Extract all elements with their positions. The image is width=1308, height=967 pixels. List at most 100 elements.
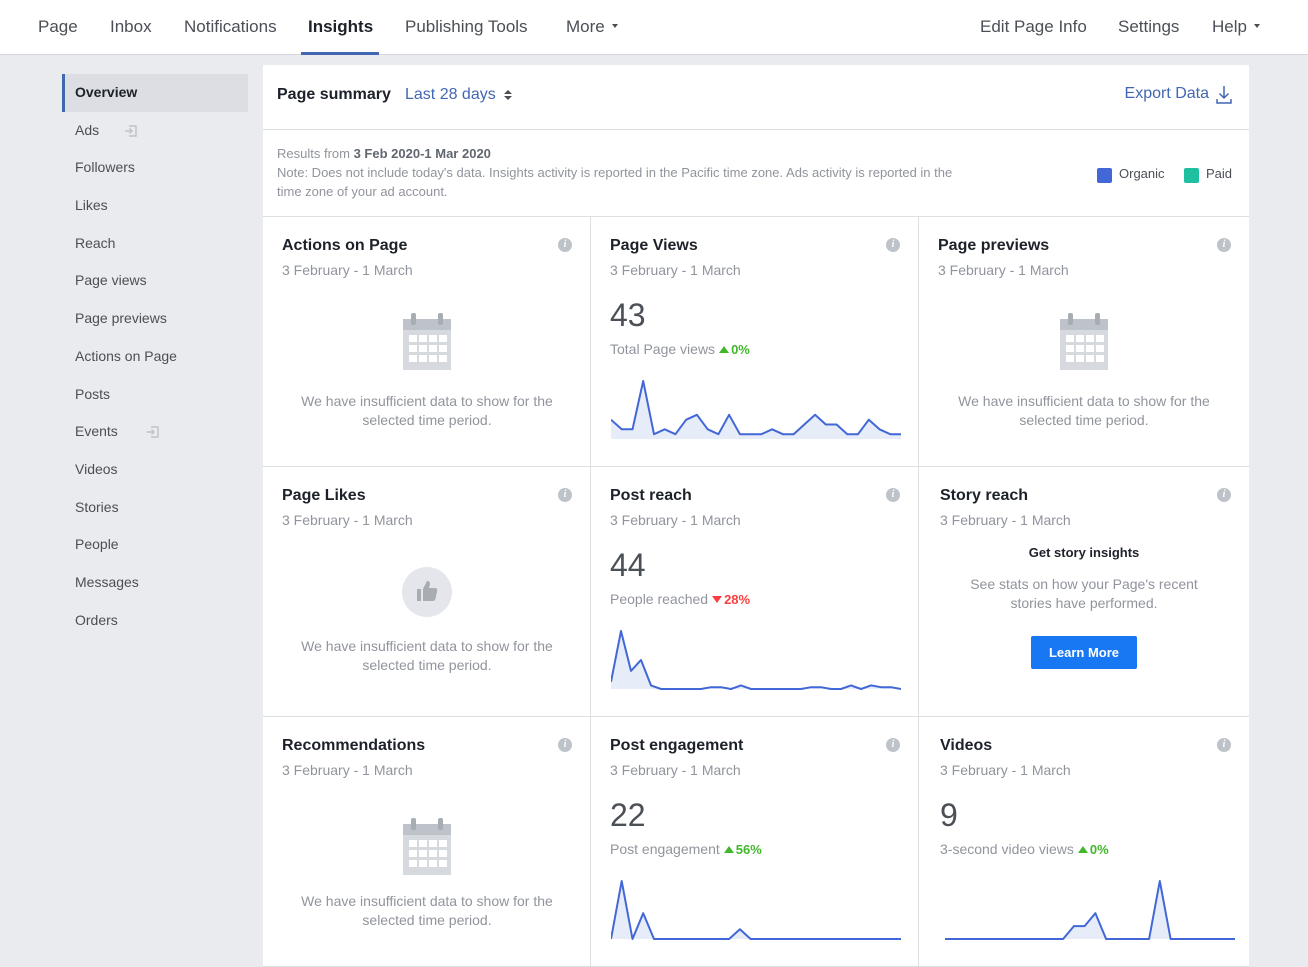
info-icon[interactable]: i: [886, 488, 900, 502]
card-title: Page Likes: [282, 487, 366, 504]
trend-up-icon: [1077, 846, 1088, 853]
post-engagement-sparkline: [611, 880, 901, 940]
sparkline-area: [945, 881, 1235, 939]
calendar-icon: [403, 818, 451, 875]
card-post-engagement: Post engagement 3 February - 1 March i 2…: [591, 717, 919, 967]
empty-text-line: selected time period.: [362, 657, 492, 673]
nav-inbox[interactable]: Inbox: [110, 0, 152, 55]
card-videos: Videos 3 February - 1 March i 9 3-second…: [919, 717, 1249, 967]
card-title: Videos: [940, 737, 993, 754]
sidebar-item-label: Ads: [75, 121, 100, 138]
metric-value: 44: [610, 547, 646, 583]
caret-down-icon: [611, 23, 618, 28]
metric-label: 3-second video views: [940, 841, 1074, 857]
export-data-link[interactable]: Export Data: [1125, 85, 1209, 103]
active-tab-indicator: [301, 52, 379, 55]
insights-sidebar: Overview Ads Followers Likes Reach Page …: [62, 74, 248, 639]
caret-down-icon: [1253, 23, 1260, 28]
nav-insights[interactable]: Insights: [308, 0, 373, 55]
legend-organic: Organic: [1119, 166, 1165, 181]
card-date: 3 February - 1 March: [610, 512, 741, 528]
sidebar-item-orders[interactable]: Orders: [62, 602, 248, 640]
card-post-reach: Post reach 3 February - 1 March i 44 Peo…: [591, 467, 919, 717]
date-range-label: Last 28 days: [405, 86, 496, 103]
sidebar-item-messages[interactable]: Messages: [62, 564, 248, 602]
info-icon[interactable]: i: [558, 238, 572, 252]
nav-page[interactable]: Page: [38, 0, 78, 55]
nav-more[interactable]: More: [566, 0, 618, 55]
empty-state-text: We have insufficient data to show for th…: [283, 892, 571, 930]
date-range-selector[interactable]: Last 28 days: [405, 86, 513, 104]
results-prefix: Results from: [277, 146, 350, 161]
story-insights-text: See stats on how your Page's recent stori…: [949, 575, 1219, 613]
metric-value: 22: [610, 797, 646, 833]
sidebar-item-events[interactable]: Events: [62, 413, 248, 451]
nav-more-label: More: [566, 17, 605, 36]
card-date: 3 February - 1 March: [610, 762, 741, 778]
info-icon[interactable]: i: [558, 488, 572, 502]
metric-label: People reached: [610, 591, 709, 607]
sidebar-item-page-views[interactable]: Page views: [62, 262, 248, 300]
card-page-previews: Page previews 3 February - 1 March i We …: [919, 217, 1249, 467]
card-date: 3 February - 1 March: [938, 262, 1069, 278]
post-reach-sparkline: [611, 630, 901, 690]
calendar-icon: [1060, 313, 1108, 370]
summary-header: Page summary Last 28 days Export Data: [263, 65, 1249, 130]
info-icon[interactable]: i: [886, 738, 900, 752]
card-date: 3 February - 1 March: [282, 512, 413, 528]
sidebar-item-overview[interactable]: Overview: [62, 74, 248, 112]
external-link-icon: [147, 426, 159, 438]
nav-publishing-tools[interactable]: Publishing Tools: [405, 0, 528, 55]
download-icon[interactable]: [1216, 85, 1232, 105]
nav-settings[interactable]: Settings: [1118, 0, 1179, 55]
nav-help[interactable]: Help: [1212, 0, 1260, 55]
empty-state-text: We have insufficient data to show for th…: [283, 392, 571, 430]
results-range: 3 Feb 2020-1 Mar 2020: [353, 146, 491, 161]
sidebar-item-stories[interactable]: Stories: [62, 489, 248, 527]
metric-value: 43: [610, 297, 646, 333]
metric-label-row: 3-second video views 0%: [940, 841, 1109, 857]
card-title: Page previews: [938, 237, 1050, 254]
nav-notifications[interactable]: Notifications: [184, 0, 277, 55]
card-title: Actions on Page: [282, 237, 408, 254]
card-title: Story reach: [940, 487, 1029, 504]
card-page-views: Page Views 3 February - 1 March i 43 Tot…: [591, 217, 919, 467]
trend-down-icon: [712, 596, 723, 603]
sidebar-item-likes[interactable]: Likes: [62, 187, 248, 225]
sidebar-item-people[interactable]: People: [62, 526, 248, 564]
learn-more-button[interactable]: Learn More: [1031, 636, 1137, 669]
card-recommendations: Recommendations 3 February - 1 March i W…: [263, 717, 591, 967]
sidebar-item-page-previews[interactable]: Page previews: [62, 300, 248, 338]
results-line: Results from 3 Feb 2020-1 Mar 2020: [277, 146, 491, 161]
sidebar-item-actions-on-page[interactable]: Actions on Page: [62, 338, 248, 376]
empty-text-line: selected time period.: [362, 412, 492, 428]
story-text-line: See stats on how your Page's recent: [970, 576, 1198, 592]
metric-label-row: Total Page views 0%: [610, 341, 750, 357]
page-views-sparkline: [611, 380, 901, 439]
empty-state-text: We have insufficient data to show for th…: [283, 637, 571, 675]
sidebar-item-ads[interactable]: Ads: [62, 112, 248, 150]
videos-sparkline: [945, 880, 1235, 940]
calendar-icon: [403, 313, 451, 370]
legend-swatch-organic: [1097, 168, 1112, 183]
sparkline-series: [611, 630, 901, 690]
nav-edit-page-info[interactable]: Edit Page Info: [980, 0, 1087, 55]
info-icon[interactable]: i: [1217, 488, 1231, 502]
sidebar-item-followers[interactable]: Followers: [62, 149, 248, 187]
sparkline-area: [611, 881, 901, 939]
sparkline-series: [611, 880, 901, 940]
note-line-1: Note: Does not include today's data. Ins…: [277, 165, 953, 180]
card-date: 3 February - 1 March: [282, 262, 413, 278]
empty-state-text: We have insufficient data to show for th…: [940, 392, 1228, 430]
card-title: Post engagement: [610, 737, 744, 754]
sidebar-item-posts[interactable]: Posts: [62, 376, 248, 414]
metric-label-row: Post engagement 56%: [610, 841, 762, 857]
info-icon[interactable]: i: [886, 238, 900, 252]
external-link-icon: [125, 124, 137, 137]
info-icon[interactable]: i: [1217, 738, 1231, 752]
sidebar-item-reach[interactable]: Reach: [62, 225, 248, 263]
sidebar-item-videos[interactable]: Videos: [62, 451, 248, 489]
info-icon[interactable]: i: [558, 738, 572, 752]
metric-change: 0%: [1089, 842, 1109, 857]
info-icon[interactable]: i: [1217, 238, 1231, 252]
